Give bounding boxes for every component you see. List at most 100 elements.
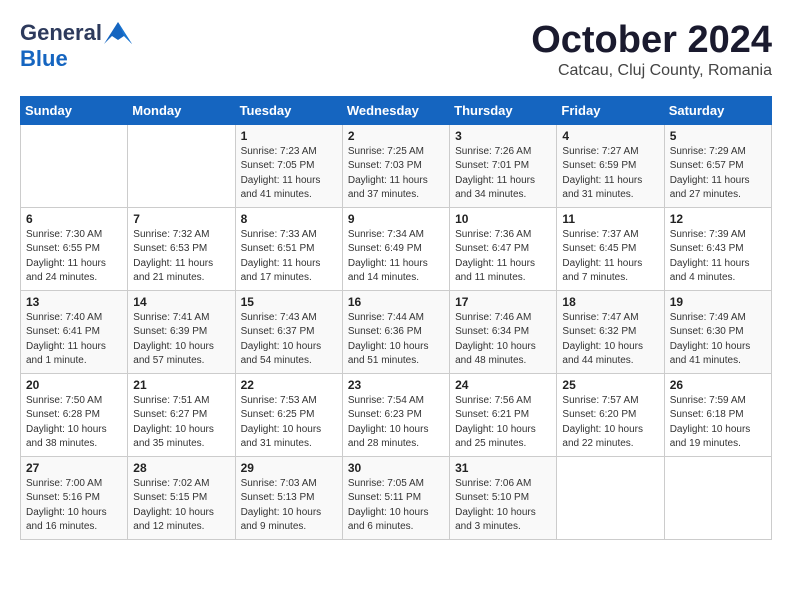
day-detail: Sunrise: 7:53 AMSunset: 6:25 PMDaylight:… — [241, 394, 337, 452]
calendar-cell: 8 Sunrise: 7:33 AMSunset: 6:51 PMDaylight… — [235, 207, 342, 290]
location-subtitle: Catcau, Cluj County, Romania — [531, 62, 772, 80]
calendar-cell: 13 Sunrise: 7:40 AMSunset: 6:41 PMDayligh… — [21, 290, 128, 373]
day-number: 17 — [455, 295, 551, 309]
day-number: 4 — [562, 129, 658, 143]
logo-blue: Blue — [20, 46, 68, 72]
day-number: 31 — [455, 461, 551, 475]
calendar-cell — [664, 456, 771, 539]
calendar-week-2: 6 Sunrise: 7:30 AMSunset: 6:55 PMDaylight… — [21, 207, 772, 290]
day-detail: Sunrise: 7:54 AMSunset: 6:23 PMDaylight:… — [348, 394, 444, 452]
calendar-cell: 28 Sunrise: 7:02 AMSunset: 5:15 PMDayligh… — [128, 456, 235, 539]
day-detail: Sunrise: 7:44 AMSunset: 6:36 PMDaylight:… — [348, 311, 444, 369]
calendar-week-3: 13 Sunrise: 7:40 AMSunset: 6:41 PMDayligh… — [21, 290, 772, 373]
day-detail: Sunrise: 7:06 AMSunset: 5:10 PMDaylight:… — [455, 477, 551, 535]
calendar-cell: 14Sunrise: 7:41 AMSunset: 6:39 PMDayligh… — [128, 290, 235, 373]
day-number: 29 — [241, 461, 337, 475]
day-detail: Sunrise: 7:26 AMSunset: 7:01 PMDaylight:… — [455, 145, 551, 203]
day-number: 2 — [348, 129, 444, 143]
day-number: 16 — [348, 295, 444, 309]
day-header-saturday: Saturday — [664, 96, 771, 124]
day-detail: Sunrise: 7:56 AMSunset: 6:21 PMDaylight:… — [455, 394, 551, 452]
page-header: General Blue October 2024 Catcau, Cluj C… — [20, 20, 772, 80]
day-number: 10 — [455, 212, 551, 226]
day-detail: Sunrise: 7:34 AMSunset: 6:49 PMDaylight:… — [348, 228, 444, 286]
day-number: 26 — [670, 378, 766, 392]
day-detail: Sunrise: 7:00 AMSunset: 5:16 PMDaylight:… — [26, 477, 122, 535]
day-number: 1 — [241, 129, 337, 143]
calendar-cell: 2 Sunrise: 7:25 AMSunset: 7:03 PMDaylight… — [342, 124, 449, 207]
calendar-cell: 26 Sunrise: 7:59 AMSunset: 6:18 PMDayligh… — [664, 373, 771, 456]
calendar-cell: 5 Sunrise: 7:29 AMSunset: 6:57 PMDaylight… — [664, 124, 771, 207]
title-section: October 2024 Catcau, Cluj County, Romani… — [531, 20, 772, 80]
day-number: 3 — [455, 129, 551, 143]
day-detail: Sunrise: 7:23 AMSunset: 7:05 PMDaylight:… — [241, 145, 337, 203]
calendar-header-row: SundayMondayTuesdayWednesdayThursdayFrid… — [21, 96, 772, 124]
calendar-cell: 24 Sunrise: 7:56 AMSunset: 6:21 PMDayligh… — [450, 373, 557, 456]
day-number: 30 — [348, 461, 444, 475]
day-detail: Sunrise: 7:03 AMSunset: 5:13 PMDaylight:… — [241, 477, 337, 535]
day-number: 28 — [133, 461, 229, 475]
calendar-cell: 3 Sunrise: 7:26 AMSunset: 7:01 PMDaylight… — [450, 124, 557, 207]
calendar-cell — [557, 456, 664, 539]
day-detail: Sunrise: 7:51 AMSunset: 6:27 PMDaylight:… — [133, 394, 229, 452]
logo: General Blue — [20, 20, 132, 72]
logo-text: General — [20, 20, 132, 46]
day-detail: Sunrise: 7:40 AMSunset: 6:41 PMDaylight:… — [26, 311, 122, 369]
calendar-table: SundayMondayTuesdayWednesdayThursdayFrid… — [20, 96, 772, 540]
calendar-week-1: 1 Sunrise: 7:23 AMSunset: 7:05 PMDaylight… — [21, 124, 772, 207]
calendar-cell: 1 Sunrise: 7:23 AMSunset: 7:05 PMDaylight… — [235, 124, 342, 207]
calendar-cell: 11 Sunrise: 7:37 AMSunset: 6:45 PMDayligh… — [557, 207, 664, 290]
day-detail: Sunrise: 7:30 AMSunset: 6:55 PMDaylight:… — [26, 228, 122, 286]
day-detail: Sunrise: 7:37 AMSunset: 6:45 PMDaylight:… — [562, 228, 658, 286]
day-header-thursday: Thursday — [450, 96, 557, 124]
month-title: October 2024 — [531, 20, 772, 62]
calendar-cell — [128, 124, 235, 207]
day-number: 5 — [670, 129, 766, 143]
calendar-cell: 9Sunrise: 7:34 AMSunset: 6:49 PMDaylight… — [342, 207, 449, 290]
day-detail: Sunrise: 7:50 AMSunset: 6:28 PMDaylight:… — [26, 394, 122, 452]
day-detail: Sunrise: 7:02 AMSunset: 5:15 PMDaylight:… — [133, 477, 229, 535]
calendar-cell: 18Sunrise: 7:47 AMSunset: 6:32 PMDayligh… — [557, 290, 664, 373]
day-number: 21 — [133, 378, 229, 392]
calendar-cell: 22 Sunrise: 7:53 AMSunset: 6:25 PMDayligh… — [235, 373, 342, 456]
day-detail: Sunrise: 7:27 AMSunset: 6:59 PMDaylight:… — [562, 145, 658, 203]
calendar-cell: 19 Sunrise: 7:49 AMSunset: 6:30 PMDayligh… — [664, 290, 771, 373]
day-number: 13 — [26, 295, 122, 309]
day-number: 19 — [670, 295, 766, 309]
day-detail: Sunrise: 7:39 AMSunset: 6:43 PMDaylight:… — [670, 228, 766, 286]
calendar-cell: 16 Sunrise: 7:44 AMSunset: 6:36 PMDayligh… — [342, 290, 449, 373]
calendar-cell: 12 Sunrise: 7:39 AMSunset: 6:43 PMDayligh… — [664, 207, 771, 290]
calendar-cell: 6 Sunrise: 7:30 AMSunset: 6:55 PMDaylight… — [21, 207, 128, 290]
day-number: 6 — [26, 212, 122, 226]
day-number: 22 — [241, 378, 337, 392]
day-header-tuesday: Tuesday — [235, 96, 342, 124]
day-number: 8 — [241, 212, 337, 226]
day-number: 23 — [348, 378, 444, 392]
calendar-cell: 31 Sunrise: 7:06 AMSunset: 5:10 PMDayligh… — [450, 456, 557, 539]
day-number: 12 — [670, 212, 766, 226]
calendar-cell — [21, 124, 128, 207]
day-number: 14 — [133, 295, 229, 309]
day-number: 18 — [562, 295, 658, 309]
calendar-cell: 21 Sunrise: 7:51 AMSunset: 6:27 PMDayligh… — [128, 373, 235, 456]
day-detail: Sunrise: 7:33 AMSunset: 6:51 PMDaylight:… — [241, 228, 337, 286]
calendar-cell: 29 Sunrise: 7:03 AMSunset: 5:13 PMDayligh… — [235, 456, 342, 539]
calendar-cell: 7Sunrise: 7:32 AMSunset: 6:53 PMDaylight… — [128, 207, 235, 290]
day-number: 24 — [455, 378, 551, 392]
day-number: 11 — [562, 212, 658, 226]
day-header-monday: Monday — [128, 96, 235, 124]
calendar-cell: 25Sunrise: 7:57 AMSunset: 6:20 PMDayligh… — [557, 373, 664, 456]
calendar-cell: 20Sunrise: 7:50 AMSunset: 6:28 PMDayligh… — [21, 373, 128, 456]
day-detail: Sunrise: 7:25 AMSunset: 7:03 PMDaylight:… — [348, 145, 444, 203]
day-detail: Sunrise: 7:57 AMSunset: 6:20 PMDaylight:… — [562, 394, 658, 452]
day-header-wednesday: Wednesday — [342, 96, 449, 124]
day-detail: Sunrise: 7:59 AMSunset: 6:18 PMDaylight:… — [670, 394, 766, 452]
day-number: 15 — [241, 295, 337, 309]
logo-general: General — [20, 20, 102, 46]
calendar-cell: 4 Sunrise: 7:27 AMSunset: 6:59 PMDaylight… — [557, 124, 664, 207]
day-header-friday: Friday — [557, 96, 664, 124]
day-detail: Sunrise: 7:49 AMSunset: 6:30 PMDaylight:… — [670, 311, 766, 369]
calendar-cell: 15Sunrise: 7:43 AMSunset: 6:37 PMDayligh… — [235, 290, 342, 373]
day-detail: Sunrise: 7:29 AMSunset: 6:57 PMDaylight:… — [670, 145, 766, 203]
day-detail: Sunrise: 7:36 AMSunset: 6:47 PMDaylight:… — [455, 228, 551, 286]
